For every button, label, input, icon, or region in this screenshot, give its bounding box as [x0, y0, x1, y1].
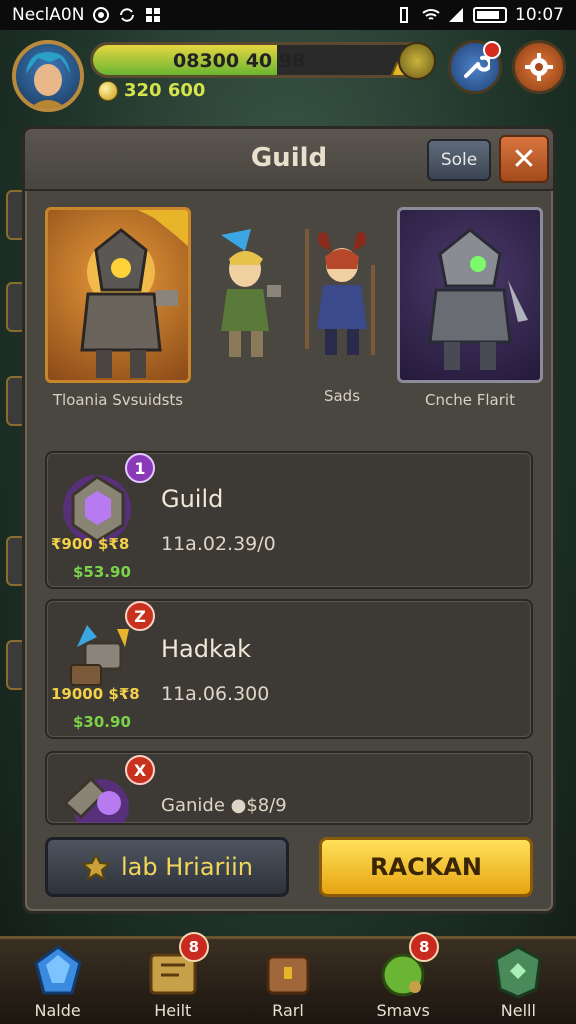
nav-badge: 8	[409, 932, 440, 962]
item-icon: X	[51, 755, 155, 823]
guild-panel: Guild Sole ✕ Tloania Svsuidsts Sads Cnch…	[22, 126, 556, 914]
star-icon	[81, 853, 112, 881]
horned-warrior-figure	[305, 229, 375, 355]
top-hud: 08300 40 98 320 600	[0, 30, 576, 120]
item-value: 11a.06.300	[161, 683, 270, 705]
vibrate-icon	[395, 6, 413, 24]
settings-button[interactable]	[512, 40, 566, 94]
nav-label: Heilt	[154, 1001, 192, 1020]
xp-bar: 08300 40 98	[90, 42, 430, 78]
nav-item-heilt[interactable]: 8 Heilt	[123, 932, 223, 1020]
item-price: 19000 $₹8	[51, 685, 140, 703]
item-price: ₹900 $₹8	[51, 535, 130, 553]
nav-item-nelll[interactable]: Nelll	[468, 936, 568, 1020]
player-avatar[interactable]	[12, 40, 84, 112]
rank-badge: X	[125, 755, 155, 785]
nav-badge: 8	[178, 932, 209, 962]
list-item[interactable]: Z 19000 $₹8 $30.90 Hadkak 11a.06.300	[45, 599, 533, 739]
coin-amount: 320 600	[124, 80, 206, 101]
nav-item-smavs[interactable]: 8 Smavs	[353, 932, 453, 1020]
dark-knight-portrait	[428, 228, 528, 370]
clock: 10:07	[515, 5, 564, 25]
item-subprice: $53.90	[73, 563, 131, 581]
emerald-shield-icon	[490, 943, 546, 999]
sync-icon	[118, 6, 136, 24]
hero-name: Sads	[323, 387, 361, 405]
item-subprice: $30.90	[73, 713, 131, 731]
item-title: Guild	[161, 485, 224, 513]
coin-counter: 320 600	[98, 80, 205, 101]
notification-icon	[92, 6, 110, 24]
grid-icon	[144, 6, 162, 24]
xp-text: 08300 40 98	[173, 50, 306, 72]
panel-header: Guild Sole ✕	[25, 129, 553, 191]
status-bar: NeclA0N 10:07	[0, 0, 576, 30]
hero-card	[45, 207, 191, 383]
treasure-chest-icon	[260, 943, 316, 999]
elf-rogue-figure	[221, 229, 281, 357]
nav-item-nalde[interactable]: Nalde	[8, 936, 108, 1020]
carrier-text: NeclA0N	[12, 5, 85, 25]
hero-slot-1[interactable]: Tloania Svsuidsts	[45, 207, 191, 409]
hero-slot-4[interactable]: Cnche Flarit	[397, 207, 543, 409]
crystal-icon	[30, 943, 86, 999]
signal-icon	[447, 6, 465, 24]
coin-icon	[98, 80, 118, 101]
tools-button[interactable]	[448, 40, 502, 94]
gear-icon	[525, 53, 553, 81]
secondary-action-button[interactable]: lab Hriariin	[45, 837, 289, 897]
hero-slot-2[interactable]	[201, 225, 291, 377]
rank-badge: 1	[125, 453, 155, 483]
primary-action-button[interactable]: RACKAN	[319, 837, 533, 897]
hero-card	[397, 207, 543, 383]
nav-item-rarl[interactable]: Rarl	[238, 936, 338, 1020]
gem-icon[interactable]	[398, 42, 436, 80]
item-value: 11a.02.39/0	[161, 533, 276, 555]
hero-name: Cnche Flarit	[425, 391, 515, 409]
secondary-action-label: lab Hriariin	[121, 853, 253, 881]
nav-label: Nelll	[500, 1001, 536, 1020]
ribbon-icon	[138, 210, 188, 247]
list-item[interactable]: X Ganide ●$8/9	[45, 751, 533, 825]
nav-label: Smavs	[376, 1001, 430, 1020]
item-value: Ganide ●$8/9	[161, 795, 287, 816]
battery-icon	[473, 7, 507, 23]
sole-button[interactable]: Sole	[427, 139, 491, 181]
nav-label: Nalde	[34, 1001, 81, 1020]
item-title: Hadkak	[161, 635, 252, 663]
wifi-icon	[421, 6, 440, 24]
tools-notification-dot	[483, 41, 501, 59]
bottom-nav: Nalde 8 Heilt Rarl 8 Smavs Nelll	[0, 932, 576, 1024]
list-item[interactable]: 1 ₹900 $₹8 $53.90 Guild 11a.02.39/0	[45, 451, 533, 589]
hero-name: Tloania Svsuidsts	[52, 391, 184, 409]
close-button[interactable]: ✕	[499, 135, 549, 183]
rank-badge: Z	[125, 601, 155, 631]
nav-label: Rarl	[272, 1001, 304, 1020]
hero-slot-3[interactable]: Sads	[297, 225, 387, 405]
